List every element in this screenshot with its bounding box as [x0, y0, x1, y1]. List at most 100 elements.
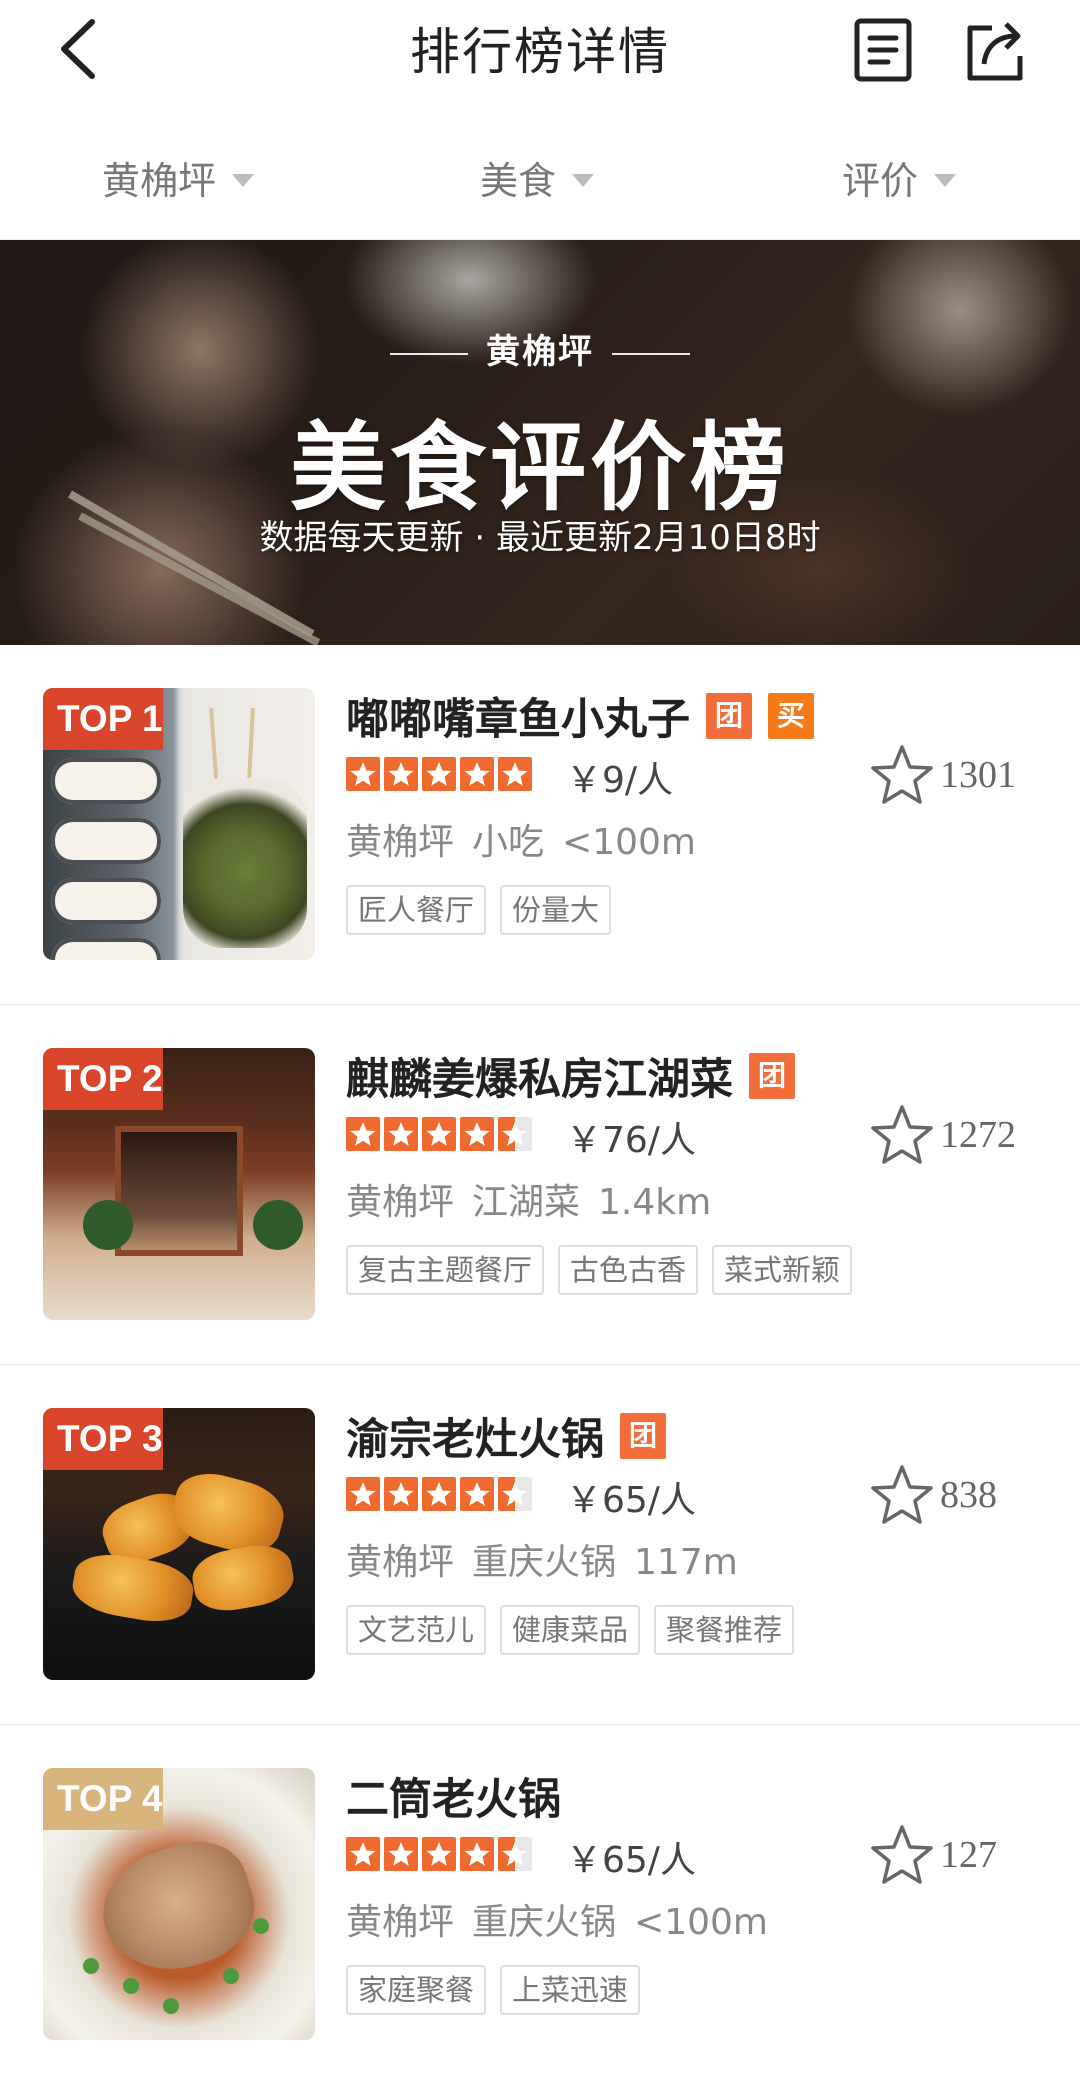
- filter-sort-dropdown[interactable]: 评价: [842, 150, 957, 205]
- distance: 1.4km: [598, 1182, 712, 1223]
- tag: 菜式新颖: [712, 1245, 853, 1295]
- tag: 家庭聚餐: [346, 1965, 487, 2015]
- page-title: 排行榜详情: [410, 23, 670, 81]
- tag: 文艺范儿: [346, 1605, 487, 1655]
- ranking-item-1[interactable]: TOP 1 嘟嘟嘴章鱼小丸子 团 买 ￥9/人 1301 黄桷坪 小吃 <100m …: [0, 645, 1080, 1005]
- restaurant-meta: 黄桷坪 重庆火锅 <100m: [346, 1893, 786, 1945]
- list-document-icon: [854, 18, 912, 82]
- favorite-count: 127: [940, 1834, 997, 1876]
- restaurant-meta: 黄桷坪 小吃 <100m: [346, 813, 714, 865]
- price-per-person: ￥65/人: [566, 1840, 696, 1881]
- banner-location: 黄桷坪: [0, 324, 1080, 373]
- buy-badge: 买: [768, 693, 814, 739]
- ranking-item-3[interactable]: TOP 3 渝宗老灶火锅 团 ￥65/人 838 黄桷坪 重庆火锅 117m 文艺范…: [0, 1365, 1080, 1725]
- rating-stars: [346, 1477, 536, 1513]
- star-outline-icon: [871, 1465, 933, 1524]
- rating-star-icon: [422, 757, 456, 791]
- rating-star-icon: [384, 1837, 418, 1871]
- rank-badge: TOP 1: [43, 688, 163, 750]
- rating-star-icon: [498, 1837, 532, 1871]
- ranking-banner: 黄桷坪 美食评价榜 数据每天更新 · 最近更新2月10日8时: [0, 240, 1080, 645]
- caret-down-icon: [934, 174, 957, 187]
- rating-stars: [346, 757, 536, 793]
- area: 黄桷坪: [346, 822, 455, 863]
- tag: 匠人餐厅: [346, 885, 487, 935]
- rating-star-icon: [422, 1117, 456, 1151]
- restaurant-name: 嘟嘟嘴章鱼小丸子 团 买: [346, 685, 814, 747]
- favorite-button[interactable]: [870, 1823, 934, 1887]
- tag-list: 家庭聚餐 上菜迅速: [346, 1965, 654, 2015]
- restaurant-photo: TOP 1: [43, 688, 315, 960]
- tag: 复古主题餐厅: [346, 1245, 545, 1295]
- rating-star-icon: [346, 1117, 380, 1151]
- banner-title: 美食评价榜: [290, 412, 790, 524]
- list-button[interactable]: [852, 16, 916, 84]
- area: 黄桷坪: [346, 1182, 455, 1223]
- rating-star-icon: [384, 1477, 418, 1511]
- rank-badge: TOP 4: [43, 1768, 163, 1830]
- restaurant-name: 二筒老火锅: [346, 1775, 561, 1825]
- favorite-button[interactable]: [870, 1103, 934, 1167]
- filter-area-dropdown[interactable]: 黄桷坪: [102, 150, 255, 205]
- filter-sort-label: 评价: [842, 159, 919, 203]
- rating-star-icon: [384, 1117, 418, 1151]
- favorite-count: 1301: [940, 754, 1016, 796]
- restaurant-name: 渝宗老灶火锅 团: [346, 1405, 666, 1467]
- category: 重庆火锅: [472, 1542, 617, 1583]
- rating-star-icon: [346, 757, 380, 791]
- ranking-item-2[interactable]: TOP 2 麒麟姜爆私房江湖菜 团 ￥76/人 1272 黄桷坪 江湖菜 1.4km…: [0, 1005, 1080, 1365]
- restaurant-name: 麒麟姜爆私房江湖菜 团: [346, 1045, 795, 1107]
- tag: 上菜迅速: [500, 1965, 641, 2015]
- rating-stars: [346, 1117, 536, 1153]
- caret-down-icon: [572, 174, 595, 187]
- restaurant-meta: 黄桷坪 江湖菜 1.4km: [346, 1173, 729, 1225]
- rating-star-icon: [346, 1477, 380, 1511]
- share-icon: [967, 22, 1023, 81]
- ranking-item-4[interactable]: TOP 4 二筒老火锅 ￥65/人 127 黄桷坪 重庆火锅 <100m 家庭聚餐 …: [0, 1725, 1080, 2085]
- favorite-button[interactable]: [870, 743, 934, 807]
- rank-badge: TOP 2: [43, 1048, 163, 1110]
- area: 黄桷坪: [346, 1902, 455, 1943]
- tag: 健康菜品: [500, 1605, 641, 1655]
- top-nav: 排行榜详情: [0, 0, 1080, 100]
- rating-star-icon: [460, 1477, 494, 1511]
- restaurant-photo: TOP 2: [43, 1048, 315, 1320]
- favorite-button[interactable]: [870, 1463, 934, 1527]
- filter-category-dropdown[interactable]: 美食: [480, 150, 595, 205]
- restaurant-photo: TOP 3: [43, 1408, 315, 1680]
- tag: 聚餐推荐: [654, 1605, 795, 1655]
- distance: <100m: [562, 822, 696, 863]
- rating-star-icon: [460, 1117, 494, 1151]
- area: 黄桷坪: [346, 1542, 455, 1583]
- filter-category-label: 美食: [480, 159, 557, 203]
- rating-star-icon: [460, 757, 494, 791]
- banner-update-text: 数据每天更新 · 最近更新2月10日8时: [259, 518, 821, 558]
- filter-area-label: 黄桷坪: [102, 159, 217, 203]
- group-deal-badge: 团: [749, 1053, 795, 1099]
- rating-star-icon: [422, 1837, 456, 1871]
- category: 江湖菜: [472, 1182, 581, 1223]
- restaurant-meta: 黄桷坪 重庆火锅 117m: [346, 1533, 756, 1585]
- tag: 份量大: [500, 885, 612, 935]
- share-button[interactable]: [962, 16, 1028, 84]
- favorite-count: 838: [940, 1474, 997, 1516]
- tag-list: 复古主题餐厅 古色古香 菜式新颖: [346, 1245, 866, 1295]
- star-outline-icon: [871, 745, 933, 804]
- rating-star-icon: [346, 1837, 380, 1871]
- price-per-person: ￥76/人: [566, 1120, 696, 1161]
- restaurant-photo: TOP 4: [43, 1768, 315, 2040]
- rating-stars: [346, 1837, 536, 1873]
- group-deal-badge: 团: [620, 1413, 666, 1459]
- star-outline-icon: [871, 1105, 933, 1164]
- favorite-count: 1272: [940, 1114, 1016, 1156]
- rating-star-icon: [422, 1477, 456, 1511]
- category: 重庆火锅: [472, 1902, 617, 1943]
- tag-list: 匠人餐厅 份量大: [346, 885, 625, 935]
- rating-star-icon: [384, 757, 418, 791]
- rating-star-icon: [498, 1117, 532, 1151]
- filter-bar: 黄桷坪 美食 评价: [0, 100, 1080, 240]
- tag-list: 文艺范儿 健康菜品 聚餐推荐: [346, 1605, 808, 1655]
- category: 小吃: [472, 822, 545, 863]
- price-per-person: ￥65/人: [566, 1480, 696, 1521]
- distance: 117m: [634, 1542, 738, 1583]
